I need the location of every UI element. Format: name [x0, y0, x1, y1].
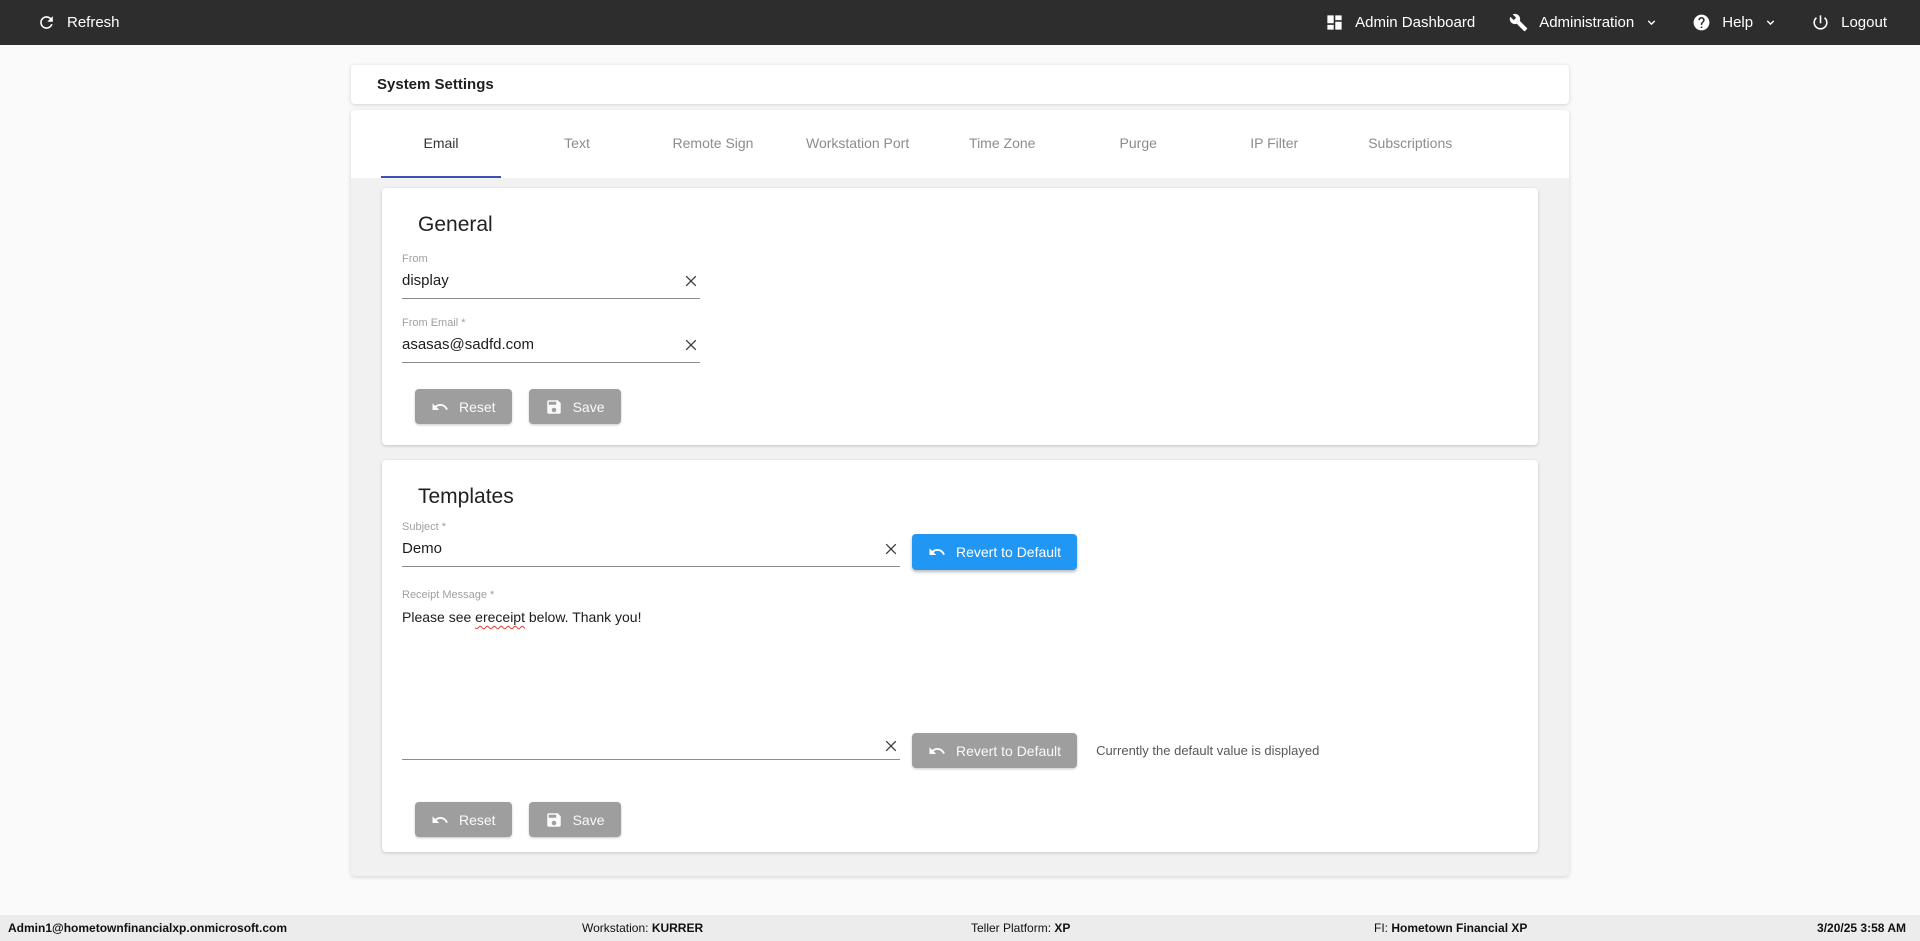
refresh-icon [40, 16, 53, 29]
email-tab-panel: General From display From Email * asasas… [351, 178, 1569, 876]
topbar: Refresh Admin Dashboard Administration H… [0, 0, 1920, 45]
tab-label: Purge [1119, 135, 1157, 151]
tab-remote-sign[interactable]: Remote Sign [653, 110, 773, 178]
help-label: Help [1722, 14, 1754, 31]
tab-text[interactable]: Text [517, 110, 637, 178]
save-icon [546, 812, 561, 827]
tab-email[interactable]: Email [381, 110, 501, 178]
receipt-revert-to-default-button[interactable]: Revert to Default [912, 733, 1078, 768]
financial-institution-info: FI: Hometown Financial XP [1374, 921, 1528, 935]
tab-label: Email [423, 135, 459, 151]
templates-reset-button[interactable]: Reset [415, 802, 512, 837]
save-label: Save [572, 811, 605, 828]
default-value-note: Currently the default value is displayed [1096, 743, 1320, 758]
from-clear-button[interactable] [682, 272, 700, 290]
revert-disabled-label: Revert to Default [956, 742, 1062, 759]
admin-dashboard-label: Admin Dashboard [1355, 14, 1476, 31]
undo-icon [929, 746, 945, 754]
misspelled-word: ereceipt [475, 609, 525, 625]
refresh-label: Refresh [67, 14, 120, 31]
subject-field: Subject * Demo [402, 521, 900, 567]
receipt-clear-button[interactable] [882, 737, 900, 755]
general-section: General From display From Email * asasas… [382, 188, 1538, 445]
tab-label: Remote Sign [672, 135, 754, 151]
help-icon [1693, 14, 1710, 31]
administration-label: Administration [1539, 14, 1635, 31]
app-screen: Refresh Admin Dashboard Administration H… [0, 0, 1920, 941]
from-field-label: From [402, 253, 428, 265]
save-label: Save [572, 398, 605, 415]
from-email-field: From Email * asasas@sadfd.com [402, 317, 700, 363]
undo-icon [432, 402, 448, 410]
subject-clear-button[interactable] [882, 540, 900, 558]
administration-menu[interactable]: Administration [1509, 13, 1658, 32]
logout-button[interactable]: Logout [1811, 13, 1887, 32]
tab-label: IP Filter [1250, 135, 1299, 151]
logout-label: Logout [1841, 14, 1887, 31]
tab-label: Workstation Port [806, 135, 910, 151]
tab-label: Text [564, 135, 590, 151]
status-bar: Admin1@hometownfinancialxp.onmicrosoft.c… [0, 915, 1920, 941]
chevron-down-icon [1648, 20, 1656, 26]
user-email: Admin1@hometownfinancialxp.onmicrosoft.c… [8, 921, 288, 935]
receipt-message-text: Please see ereceipt below. Thank you! [402, 609, 642, 625]
from-field: From display [402, 253, 700, 299]
settings-card: Email Text Remote Sign Workstation Port … [351, 110, 1569, 876]
refresh-button[interactable]: Refresh [37, 13, 120, 32]
templates-heading: Templates [418, 485, 514, 508]
reset-label: Reset [459, 398, 496, 415]
tab-label: Time Zone [969, 135, 1036, 151]
from-email-input[interactable]: asasas@sadfd.com [402, 335, 682, 355]
close-icon [685, 275, 697, 287]
general-heading: General [418, 213, 493, 236]
from-input[interactable]: display [402, 271, 682, 291]
general-save-button[interactable]: Save [528, 389, 621, 424]
from-email-field-label: From Email * [402, 317, 466, 329]
dashboard-icon [1327, 15, 1342, 30]
general-reset-button[interactable]: Reset [415, 389, 512, 424]
close-icon [885, 543, 897, 555]
page-title-card: System Settings [351, 65, 1569, 104]
undo-icon [432, 815, 448, 823]
revert-label: Revert to Default [956, 544, 1062, 560]
tab-time-zone[interactable]: Time Zone [942, 110, 1062, 178]
tab-subscriptions[interactable]: Subscriptions [1350, 110, 1470, 178]
admin-dashboard-button[interactable]: Admin Dashboard [1325, 13, 1475, 32]
datetime: 3/20/25 3:58 AM [1817, 921, 1906, 935]
templates-save-button[interactable]: Save [528, 802, 621, 837]
tab-label: Subscriptions [1368, 135, 1453, 151]
from-email-clear-button[interactable] [682, 336, 700, 354]
chevron-down-icon [1766, 20, 1775, 26]
receipt-message-label: Receipt Message * [402, 589, 495, 601]
templates-section: Templates Subject * Demo Revert to Defau… [382, 460, 1538, 852]
tab-purge[interactable]: Purge [1078, 110, 1198, 178]
save-icon [546, 399, 561, 414]
tab-ip-filter[interactable]: IP Filter [1214, 110, 1334, 178]
workstation-info: Workstation: KURRER [582, 921, 704, 935]
receipt-message-textarea[interactable]: Please see ereceipt below. Thank you! [402, 602, 900, 760]
close-icon [685, 339, 697, 351]
subject-field-label: Subject * [402, 521, 447, 533]
undo-icon [929, 548, 945, 555]
tab-workstation-port[interactable]: Workstation Port [789, 110, 926, 178]
power-icon [1813, 15, 1828, 30]
page-title: System Settings [377, 76, 494, 93]
subject-input[interactable]: Demo [402, 539, 882, 559]
subject-revert-to-default-button[interactable]: Revert to Default [912, 534, 1078, 570]
wrench-icon [1509, 13, 1528, 32]
teller-platform-info: Teller Platform: XP [971, 921, 1071, 935]
close-icon [885, 740, 897, 752]
help-menu[interactable]: Help [1692, 13, 1777, 32]
reset-label: Reset [459, 811, 496, 828]
tab-bar: Email Text Remote Sign Workstation Port … [351, 110, 1569, 178]
